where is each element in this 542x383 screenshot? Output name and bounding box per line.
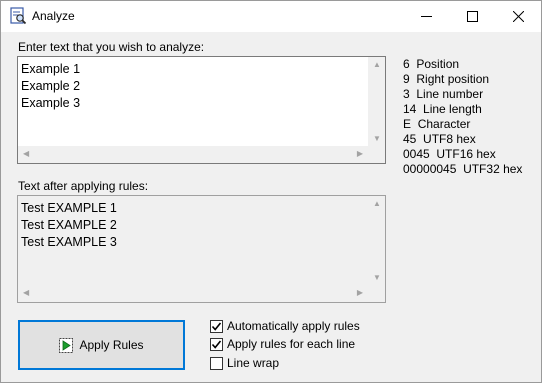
info-position: 6 Position <box>403 57 460 71</box>
output-horizontal-scrollbar[interactable]: ◀ ▶ <box>18 285 368 302</box>
title-bar: Analyze <box>1 1 541 32</box>
scroll-left-icon[interactable]: ◀ <box>23 289 29 297</box>
output-line: Test EXAMPLE 2 <box>21 218 117 232</box>
info-line-number: 3 Line number <box>403 87 484 101</box>
apply-rules-icon <box>59 337 74 353</box>
apply-each-line-checkbox[interactable]: Apply rules for each line <box>210 337 355 351</box>
apply-rules-button[interactable]: Apply Rules <box>18 320 185 370</box>
apply-each-line-label: Apply rules for each line <box>227 337 356 351</box>
input-line: Example 3 <box>21 96 81 110</box>
apply-rules-label: Apply Rules <box>79 338 144 352</box>
close-button[interactable] <box>495 1 541 32</box>
scroll-down-icon[interactable]: ▼ <box>373 274 381 282</box>
input-text: Example 1 Example 2 Example 3 <box>21 61 80 112</box>
window-title: Analyze <box>32 9 75 23</box>
input-vertical-scrollbar[interactable]: ▲ ▼ <box>368 57 385 146</box>
input-line: Example 2 <box>21 79 81 93</box>
info-character: E Character <box>403 117 471 131</box>
output-line: Test EXAMPLE 3 <box>21 235 117 249</box>
input-line: Example 1 <box>21 62 81 76</box>
scroll-right-icon[interactable]: ▶ <box>357 289 363 297</box>
analyze-window: Analyze Enter text that you wish to anal… <box>0 0 542 383</box>
checkbox-checked-icon[interactable] <box>210 319 223 333</box>
input-textbox[interactable]: Example 1 Example 2 Example 3 ▲ ▼ ◀ ▶ <box>17 56 386 164</box>
input-horizontal-scrollbar[interactable]: ◀ ▶ <box>18 146 368 163</box>
scroll-up-icon[interactable]: ▲ <box>373 61 381 69</box>
auto-apply-checkbox[interactable]: Automatically apply rules <box>210 319 360 333</box>
output-line: Test EXAMPLE 1 <box>21 201 117 215</box>
minimize-icon <box>420 16 432 17</box>
maximize-button[interactable] <box>449 1 495 32</box>
info-line-length: 14 Line length <box>403 102 482 116</box>
checkbox-checked-icon[interactable] <box>210 337 223 351</box>
minimize-button[interactable] <box>403 1 449 32</box>
input-label: Enter text that you wish to analyze: <box>18 40 205 54</box>
close-icon <box>512 11 524 22</box>
info-utf8-hex: 45 UTF8 hex <box>403 132 476 146</box>
line-wrap-label: Line wrap <box>227 356 280 370</box>
info-utf32-hex: 00000045 UTF32 hex <box>403 162 523 176</box>
scroll-up-icon[interactable]: ▲ <box>373 200 381 208</box>
scroll-corner <box>368 146 385 163</box>
auto-apply-label: Automatically apply rules <box>227 319 360 333</box>
output-textbox[interactable]: Test EXAMPLE 1 Test EXAMPLE 2 Test EXAMP… <box>17 195 386 303</box>
scroll-corner <box>368 285 385 302</box>
output-text: Test EXAMPLE 1 Test EXAMPLE 2 Test EXAMP… <box>21 200 117 251</box>
maximize-icon <box>466 11 478 22</box>
scroll-down-icon[interactable]: ▼ <box>373 135 381 143</box>
info-utf16-hex: 0045 UTF16 hex <box>403 147 496 161</box>
checkbox-unchecked-icon[interactable] <box>210 356 223 370</box>
scroll-left-icon[interactable]: ◀ <box>23 150 29 158</box>
cursor-info-panel: 6 Position 9 Right position 3 Line numbe… <box>403 57 522 177</box>
output-vertical-scrollbar[interactable]: ▲ ▼ <box>368 196 385 285</box>
output-label: Text after applying rules: <box>18 179 149 193</box>
scroll-right-icon[interactable]: ▶ <box>357 150 363 158</box>
info-right-position: 9 Right position <box>403 72 490 86</box>
app-icon <box>10 7 27 25</box>
line-wrap-checkbox[interactable]: Line wrap <box>210 356 279 370</box>
